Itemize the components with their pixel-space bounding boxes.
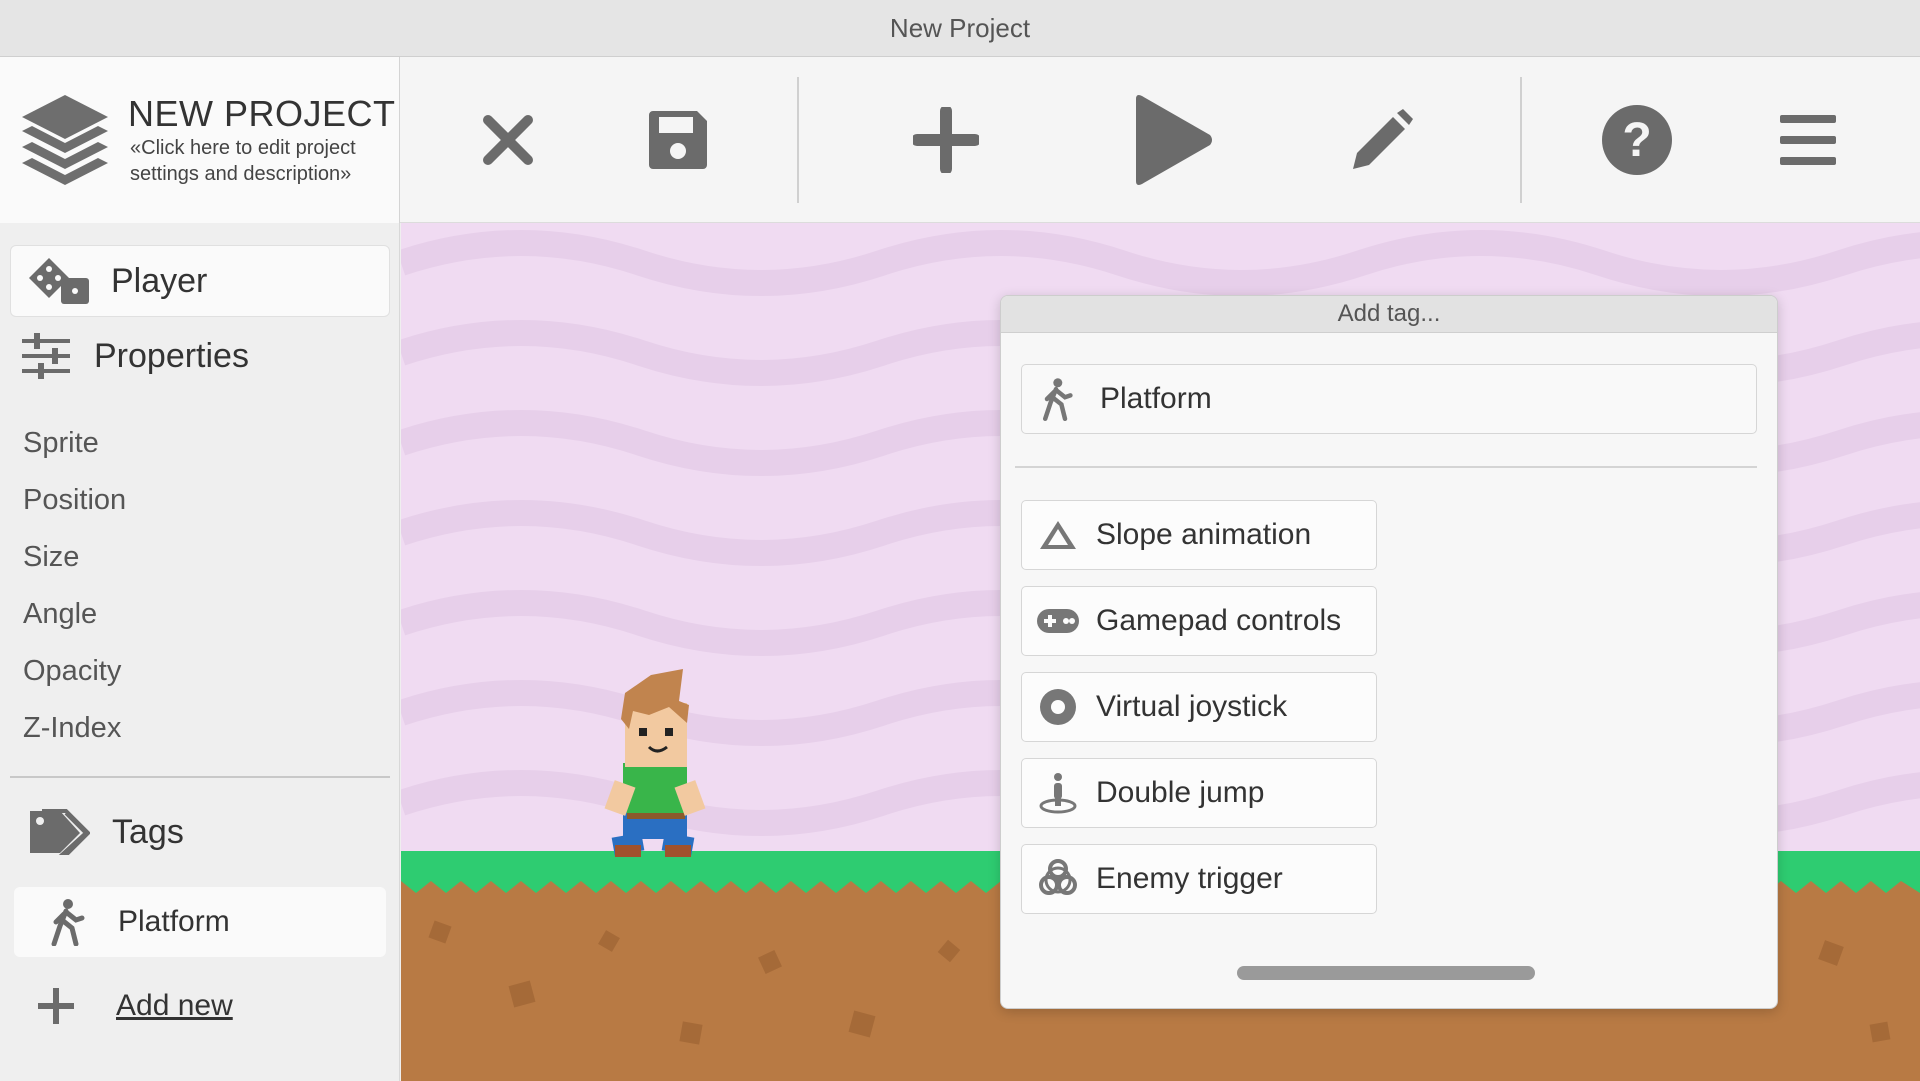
option-label: Double jump xyxy=(1096,776,1265,809)
tags-icon xyxy=(30,809,90,855)
plus-icon xyxy=(38,988,74,1024)
menu-icon xyxy=(1780,115,1836,165)
project-info-button[interactable]: NEW PROJECT «Click here to edit project … xyxy=(0,57,400,223)
dialog-title: Add tag... xyxy=(1001,296,1777,333)
project-name: NEW PROJECT xyxy=(128,93,396,134)
properties-label: Properties xyxy=(94,336,249,375)
play-icon xyxy=(1136,95,1212,185)
tag-platform[interactable]: Platform xyxy=(14,887,386,957)
property-sprite[interactable]: Sprite xyxy=(23,427,99,460)
play-button[interactable] xyxy=(1112,75,1232,205)
add-tag-dialog: Add tag... Platform Slope animation Game… xyxy=(1000,295,1778,1009)
option-enemy-trigger[interactable]: Enemy trigger xyxy=(1021,844,1377,914)
help-icon: ? xyxy=(1602,105,1672,175)
save-icon xyxy=(649,111,707,169)
joystick-icon xyxy=(1040,689,1076,725)
close-button[interactable] xyxy=(448,75,568,205)
property-opacity[interactable]: Opacity xyxy=(23,655,121,688)
layers-icon xyxy=(22,95,108,185)
jumping-person-icon xyxy=(1039,773,1077,814)
edit-button[interactable] xyxy=(1322,75,1442,205)
option-label: Enemy trigger xyxy=(1096,862,1283,895)
add-button[interactable] xyxy=(886,75,1006,205)
window-title: New Project xyxy=(889,12,1031,43)
option-gamepad-controls[interactable]: Gamepad controls xyxy=(1021,586,1377,656)
option-label: Virtual joystick xyxy=(1096,690,1288,723)
menu-button[interactable] xyxy=(1748,75,1868,205)
object-sidebar: Player Properties Sprite Position Size A… xyxy=(0,223,400,1081)
add-new-label: Add new xyxy=(116,989,233,1022)
plus-icon xyxy=(913,107,979,173)
close-icon xyxy=(483,115,533,165)
option-label: Gamepad controls xyxy=(1096,604,1342,637)
object-header[interactable]: Player xyxy=(10,245,390,317)
project-description: «Click here to edit project settings and… xyxy=(130,137,356,185)
option-virtual-joystick[interactable]: Virtual joystick xyxy=(1021,672,1377,742)
current-tag-label: Platform xyxy=(1100,382,1212,415)
tags-heading: Tags xyxy=(28,807,184,857)
walking-person-icon xyxy=(1042,378,1073,422)
add-new-tag-link[interactable]: Add new xyxy=(36,986,233,1026)
save-button[interactable] xyxy=(618,75,738,205)
option-label: Slope animation xyxy=(1096,518,1312,551)
help-button[interactable]: ? xyxy=(1577,75,1697,205)
properties-heading: Properties xyxy=(20,333,249,379)
property-position[interactable]: Position xyxy=(23,484,126,517)
pencil-icon xyxy=(1353,109,1413,169)
property-z-index[interactable]: Z-Index xyxy=(23,712,121,745)
window-title-bar: New Project xyxy=(0,0,1920,57)
dice-icon xyxy=(29,258,89,304)
sliders-icon xyxy=(22,333,70,379)
dialog-scrollbar[interactable] xyxy=(1237,966,1535,980)
sidebar-divider xyxy=(10,776,390,778)
toolbar-separator xyxy=(1520,77,1522,203)
property-size[interactable]: Size xyxy=(23,541,79,574)
tags-label: Tags xyxy=(112,812,184,851)
svg-text:?: ? xyxy=(1622,114,1651,167)
biohazard-icon xyxy=(1039,859,1077,895)
option-double-jump[interactable]: Double jump xyxy=(1021,758,1377,828)
toolbar-separator xyxy=(797,77,799,203)
mountain-icon xyxy=(1040,521,1076,549)
toolbar: NEW PROJECT «Click here to edit project … xyxy=(0,57,1920,223)
option-slope-animation[interactable]: Slope animation xyxy=(1021,500,1377,570)
object-name: Player xyxy=(111,261,208,300)
property-angle[interactable]: Angle xyxy=(23,598,97,631)
gamepad-icon xyxy=(1037,609,1079,633)
dialog-divider xyxy=(1015,466,1757,468)
tag-platform-label: Platform xyxy=(118,905,230,938)
current-tag-platform[interactable]: Platform xyxy=(1021,364,1757,434)
walking-person-icon xyxy=(51,899,85,946)
